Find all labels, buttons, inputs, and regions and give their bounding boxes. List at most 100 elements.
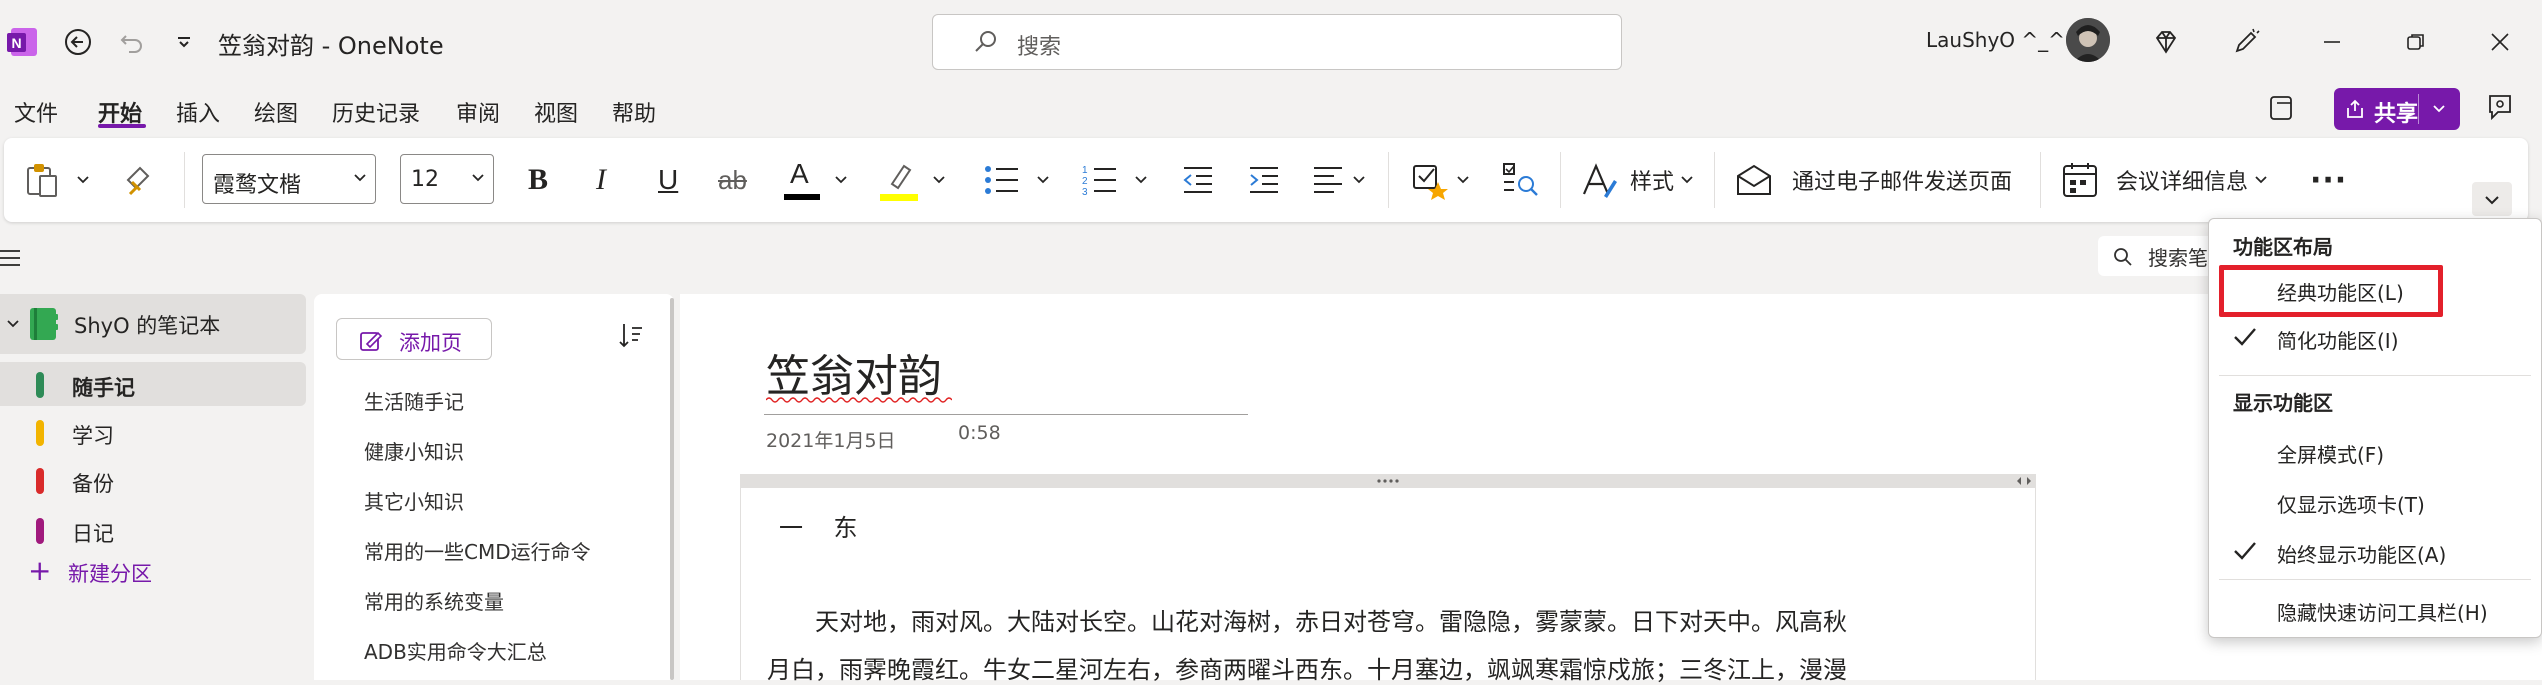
menu-item-label: 全屏模式(F) (2277, 443, 2385, 467)
section-color-tab (36, 518, 44, 544)
notebook-header[interactable]: ShyO 的笔记本 (0, 294, 306, 354)
ribbon-options-button[interactable] (2472, 182, 2512, 216)
notebook-view-button[interactable] (2266, 92, 2298, 124)
font-color-letter: A (790, 158, 809, 189)
align-button[interactable] (1310, 158, 1366, 202)
highlight-button[interactable] (880, 158, 946, 202)
drag-handle-icon (1377, 479, 1399, 483)
tab-draw[interactable]: 绘图 (254, 96, 298, 128)
checkmark-icon (2234, 542, 2256, 560)
font-color-icon: A (784, 158, 820, 202)
find-tags-button[interactable] (1500, 158, 1540, 202)
tab-insert[interactable]: 插入 (176, 96, 220, 128)
numbering-button[interactable]: 123 (1080, 158, 1148, 202)
chevron-down-icon (1135, 176, 1147, 184)
pen-mode-button[interactable] (2226, 22, 2266, 62)
customize-qat-button[interactable] (164, 22, 204, 62)
menu-header-ribbon-layout: 功能区布局 (2233, 235, 2333, 259)
underline-label: U (658, 164, 679, 195)
page-item[interactable]: ADB实用命令大汇总 (364, 636, 547, 665)
tab-history[interactable]: 历史记录 (332, 96, 420, 128)
add-page-button[interactable]: 添加页 (336, 318, 492, 360)
section-color-tab (36, 468, 44, 494)
chevron-down-icon (2433, 105, 2445, 113)
bullets-button[interactable] (982, 158, 1050, 202)
menu-item-show-tabs-only[interactable]: 仅显示选项卡(T) (2209, 479, 2541, 523)
search-notebook-label: 搜索笔 (2148, 246, 2208, 270)
tab-view[interactable]: 视图 (534, 96, 578, 128)
styles-button[interactable]: 样式 (1580, 158, 1694, 202)
tag-button[interactable] (1410, 158, 1470, 202)
font-color-button[interactable]: A (784, 158, 848, 202)
menu-item-hide-qat[interactable]: 隐藏快速访问工具栏(H) (2209, 587, 2541, 631)
avatar[interactable] (2066, 18, 2110, 62)
numbered-list-icon: 123 (1082, 165, 1116, 198)
restore-button[interactable] (2396, 22, 2436, 62)
svg-text:1: 1 (1082, 165, 1088, 176)
app-title: 笠翁对韵 - OneNote (218, 32, 444, 60)
italic-button[interactable]: I (596, 158, 606, 202)
strikethrough-button[interactable]: ab (718, 158, 747, 202)
close-button[interactable] (2480, 22, 2520, 62)
chevron-down-icon (2255, 176, 2267, 184)
section-item[interactable]: 学习 (0, 410, 306, 454)
font-name-select[interactable]: 霞鹜文楷 (202, 154, 376, 204)
tab-review[interactable]: 审阅 (456, 96, 500, 128)
meeting-details-button[interactable]: 会议详细信息 (2060, 158, 2268, 202)
search-box[interactable]: 搜索 (932, 14, 1622, 70)
page-list-scrollbar[interactable] (670, 298, 674, 680)
section-item[interactable]: 备份 (0, 458, 306, 502)
underline-button[interactable]: U (658, 158, 678, 202)
page-item[interactable]: 生活随手记 (364, 386, 464, 415)
minimize-button[interactable] (2312, 22, 2352, 62)
active-tab-indicator (98, 124, 146, 128)
search-notebook-box[interactable]: 搜索笔 (2098, 236, 2218, 276)
menu-item-fullscreen[interactable]: 全屏模式(F) (2209, 429, 2541, 473)
note-outline[interactable]: 一 东 天对地，雨对风。大陆对长空。山花对海树，赤日对苍穹。雷隐隐，雾蒙蒙。日下… (740, 488, 2036, 684)
paste-button[interactable] (22, 158, 90, 202)
sort-button[interactable] (618, 322, 644, 350)
chevron-down-icon (354, 174, 366, 182)
comments-button[interactable] (2482, 90, 2518, 126)
chevron-down-icon (2485, 196, 2499, 205)
svg-text:2: 2 (1082, 176, 1088, 187)
page-item[interactable]: 健康小知识 (364, 436, 464, 465)
back-button[interactable] (58, 22, 98, 62)
chevron-down-icon (7, 320, 19, 328)
menu-item-always-show-ribbon[interactable]: 始终显示功能区(A) (2209, 529, 2541, 573)
format-painter-button[interactable] (122, 158, 158, 202)
more-commands-button[interactable]: ··· (2310, 158, 2347, 202)
back-icon (65, 29, 91, 55)
premium-button[interactable] (2146, 22, 2186, 62)
page-item[interactable]: 常用的一些CMD运行命令 (364, 536, 591, 565)
notebook-name: ShyO 的笔记本 (74, 314, 221, 338)
menu-item-simplified-ribbon[interactable]: 简化功能区(I) (2209, 315, 2541, 359)
align-left-icon (1314, 167, 1342, 193)
decrease-indent-icon (1183, 167, 1212, 193)
user-name[interactable]: LauShyO ^_^ (1926, 28, 2065, 52)
outline-container-handle[interactable] (740, 474, 2036, 488)
tab-file[interactable]: 文件 (14, 96, 58, 128)
increase-indent-button[interactable] (1246, 158, 1282, 202)
decrease-indent-button[interactable] (1180, 158, 1216, 202)
bold-button[interactable]: B (528, 158, 548, 202)
section-item[interactable]: 日记 (0, 508, 306, 552)
font-size-value: 12 (411, 167, 439, 192)
undo-button[interactable] (112, 22, 152, 62)
page-item[interactable]: 其它小知识 (364, 486, 464, 515)
bold-label: B (528, 163, 549, 196)
section-item[interactable]: 随手记 (0, 362, 306, 406)
font-size-select[interactable]: 12 (400, 154, 494, 204)
title-bar: N 笠翁对韵 - OneNote 搜索 LauShyO ^_^ (0, 0, 2542, 84)
bullet-list-icon (985, 166, 1018, 194)
navigation-toggle-button[interactable] (0, 248, 22, 268)
page-title[interactable]: 笠翁对韵 (766, 340, 942, 404)
share-button[interactable]: 共享 (2334, 88, 2460, 130)
comments-icon (2489, 95, 2511, 121)
email-page-button[interactable]: 通过电子邮件发送页面 (1734, 158, 2012, 202)
chevron-down-icon (1037, 176, 1049, 184)
search-placeholder: 搜索 (1017, 35, 1062, 60)
page-item[interactable]: 常用的系统变量 (364, 586, 504, 615)
note-heading: 一 东 (779, 514, 858, 542)
tab-help[interactable]: 帮助 (612, 96, 656, 128)
